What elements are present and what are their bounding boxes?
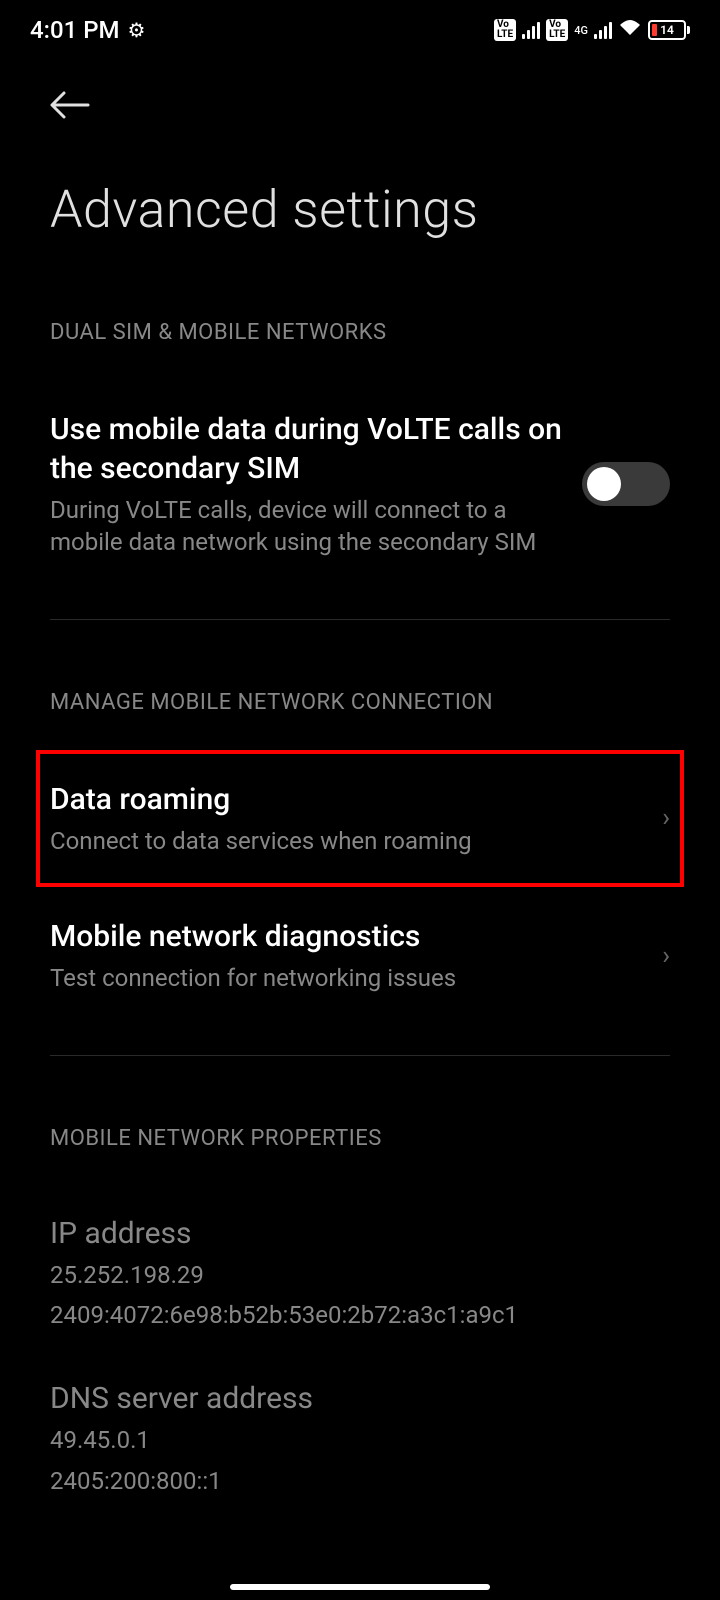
volte-badge-icon: VoLTE	[494, 19, 516, 41]
page-title: Advanced settings	[50, 179, 670, 240]
wifi-icon	[618, 17, 642, 43]
property-ip-address: IP address 25.252.198.29 2409:4072:6e98:…	[50, 1186, 670, 1352]
divider	[50, 619, 670, 620]
signal-bars-icon	[522, 21, 540, 39]
property-value-ipv6: 2409:4072:6e98:b52b:53e0:2b72:a3c1:a9c1	[50, 1299, 670, 1331]
chevron-right-icon: ›	[662, 941, 670, 971]
setting-title: Mobile network diagnostics	[50, 917, 642, 956]
section-header-manage-connection: MANAGE MOBILE NETWORK CONNECTION	[50, 690, 670, 715]
battery-percentage: 14	[660, 23, 674, 37]
content-area: DUAL SIM & MOBILE NETWORKS Use mobile da…	[0, 320, 720, 1517]
property-value-ipv4: 25.252.198.29	[50, 1259, 670, 1291]
setting-subtitle: During VoLTE calls, device will connect …	[50, 494, 562, 559]
setting-title: Use mobile data during VoLTE calls on th…	[50, 410, 562, 488]
setting-volte-secondary-sim[interactable]: Use mobile data during VoLTE calls on th…	[50, 380, 670, 589]
section-header-network-properties: MOBILE NETWORK PROPERTIES	[50, 1126, 670, 1151]
section-header-dual-sim: DUAL SIM & MOBILE NETWORKS	[50, 320, 670, 345]
status-right: VoLTE VoLTE 4G 14	[494, 17, 690, 43]
chevron-right-icon: ›	[662, 803, 670, 833]
battery-icon: 14	[648, 20, 690, 40]
property-value-dns2: 2405:200:800::1	[50, 1465, 670, 1497]
setting-subtitle: Test connection for networking issues	[50, 962, 642, 994]
property-dns-address: DNS server address 49.45.0.1 2405:200:80…	[50, 1351, 670, 1517]
network-type-label: 4G	[574, 25, 588, 36]
home-indicator[interactable]	[230, 1584, 490, 1590]
setting-data-roaming[interactable]: Data roaming Connect to data services wh…	[50, 754, 670, 883]
status-bar: 4:01 PM ⚙ VoLTE VoLTE 4G 14	[0, 0, 720, 60]
setting-network-diagnostics[interactable]: Mobile network diagnostics Test connecti…	[50, 887, 670, 1024]
setting-subtitle: Connect to data services when roaming	[50, 825, 642, 857]
divider	[50, 1055, 670, 1056]
property-title: IP address	[50, 1216, 670, 1251]
gear-icon: ⚙	[128, 18, 146, 42]
toggle-volte-secondary-sim[interactable]	[582, 462, 670, 506]
volte-badge-icon: VoLTE	[546, 19, 568, 41]
page-header: Advanced settings	[0, 60, 720, 250]
setting-title: Data roaming	[50, 780, 642, 819]
signal-bars-icon	[594, 21, 612, 39]
property-value-dns1: 49.45.0.1	[50, 1424, 670, 1456]
status-left: 4:01 PM ⚙	[30, 16, 145, 44]
property-title: DNS server address	[50, 1381, 670, 1416]
back-arrow-icon[interactable]	[50, 90, 90, 124]
clock-time: 4:01 PM	[30, 16, 120, 44]
highlight-annotation: Data roaming Connect to data services wh…	[36, 750, 684, 887]
